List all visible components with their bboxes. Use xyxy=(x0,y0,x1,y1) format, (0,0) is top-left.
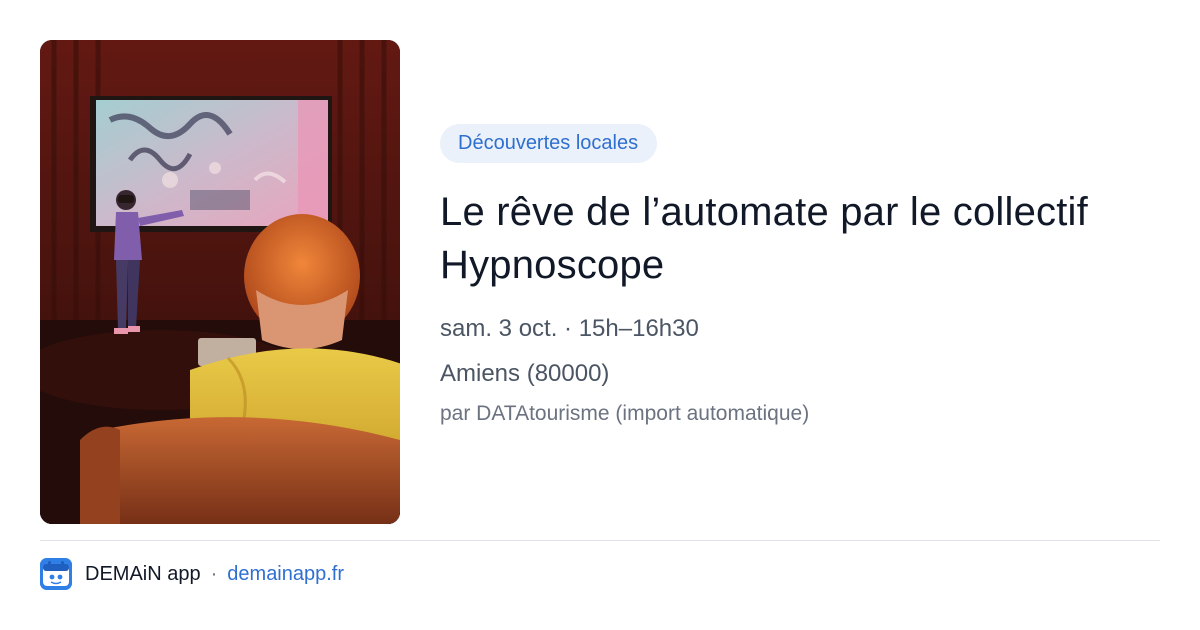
footer-divider xyxy=(40,540,1160,541)
event-location: Amiens (80000) xyxy=(440,360,610,387)
event-photo[interactable] xyxy=(40,40,400,524)
site-link[interactable]: demainapp.fr xyxy=(227,563,344,586)
event-datetime: sam. 3 oct. · 15h–16h30 xyxy=(440,315,699,342)
demain-app-logo-icon[interactable] xyxy=(40,558,72,590)
event-source: par DATAtourisme (import automatique) xyxy=(440,402,810,425)
event-info: Découvertes locales Le rêve de l’automat… xyxy=(440,124,1160,427)
event-share-card: Découvertes locales Le rêve de l’automat… xyxy=(0,0,1200,630)
footer: DEMAiN app · demainapp.fr xyxy=(40,558,344,590)
footer-separator: · xyxy=(210,562,218,585)
app-name: DEMAiN app xyxy=(85,562,201,585)
category-badge[interactable]: Découvertes locales xyxy=(440,124,658,163)
event-title[interactable]: Le rêve de l’automate par le collectif H… xyxy=(440,186,1160,292)
